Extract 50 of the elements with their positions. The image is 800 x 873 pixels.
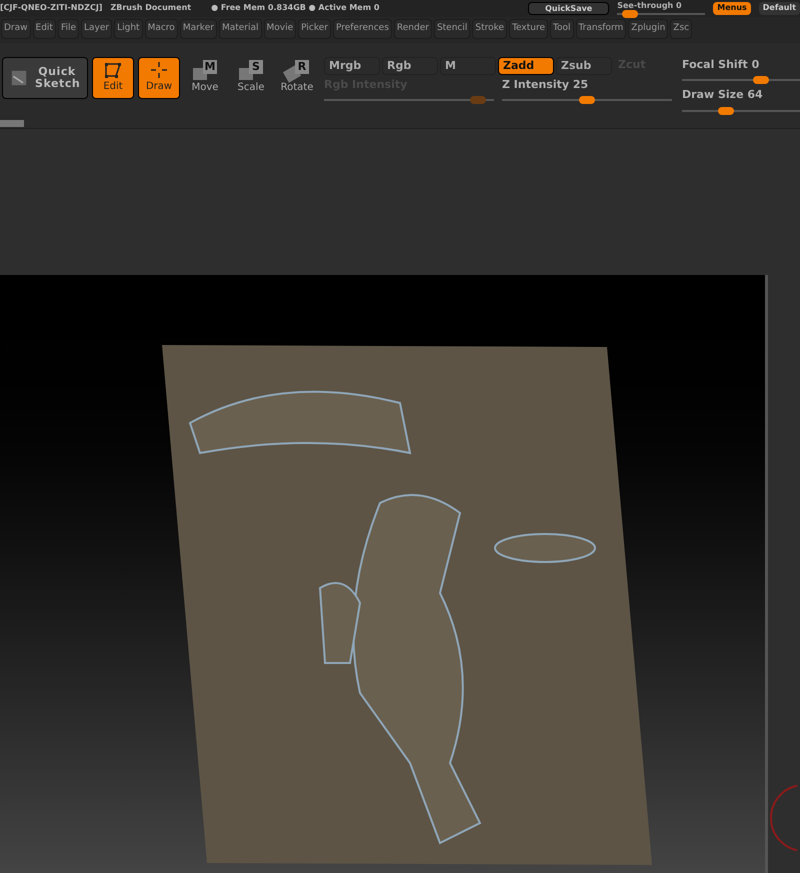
- menu-item[interactable]: Stencil: [434, 18, 470, 39]
- menu-item[interactable]: Marker: [180, 18, 217, 39]
- menu-item[interactable]: Draw: [1, 18, 31, 39]
- rotate-button[interactable]: R Rotate: [276, 56, 318, 99]
- quicksave-button[interactable]: QuickSave: [528, 2, 610, 15]
- slider-thumb[interactable]: [718, 106, 734, 115]
- menu-item[interactable]: Zsc: [670, 18, 692, 39]
- menu-item[interactable]: Edit: [32, 18, 56, 39]
- crosshair-icon: [150, 61, 168, 80]
- slider-thumb[interactable]: [622, 10, 638, 18]
- edit-button[interactable]: Edit: [92, 56, 134, 99]
- mode-button[interactable]: Zsub: [556, 56, 612, 75]
- slider-track[interactable]: [682, 79, 800, 82]
- default-button[interactable]: Default: [758, 2, 800, 15]
- menu-item[interactable]: Render: [394, 18, 432, 39]
- slider-label: Focal Shift 0: [682, 56, 760, 73]
- menu-item[interactable]: Zplugin: [628, 18, 668, 39]
- move-button[interactable]: M Move: [184, 56, 226, 99]
- menu-item[interactable]: Preferences: [332, 18, 392, 39]
- menu-item[interactable]: Macro: [144, 18, 178, 39]
- title-text: ● Free Mem 0.834GB ● Active Mem 0: [211, 2, 380, 14]
- menu-item[interactable]: Transform: [576, 18, 626, 39]
- menu-item[interactable]: Tool: [550, 18, 574, 39]
- slider-label: Z Intensity 25: [502, 76, 590, 93]
- menu-item[interactable]: Movie: [264, 18, 296, 39]
- slider-thumb[interactable]: [579, 96, 595, 104]
- mode-button[interactable]: Rgb: [382, 56, 438, 75]
- mode-button[interactable]: Zadd: [498, 56, 554, 75]
- draw-button[interactable]: Draw: [138, 56, 180, 99]
- slider-label: See-through 0: [617, 1, 683, 10]
- scale-button[interactable]: S Scale: [230, 56, 272, 99]
- polygon-icon: [103, 61, 123, 80]
- title-text: [CJF-QNEO-ZITI-NDZCJ]: [0, 2, 102, 14]
- slider-track[interactable]: [502, 99, 672, 102]
- menu-item[interactable]: Texture: [509, 18, 548, 39]
- slider-thumb[interactable]: [753, 76, 770, 84]
- menu-item[interactable]: Stroke: [472, 18, 508, 39]
- mode-button[interactable]: Mrgb: [324, 56, 380, 75]
- menu-item[interactable]: File: [58, 18, 80, 39]
- mode-button[interactable]: M: [440, 56, 496, 75]
- quick-sketch-button[interactable]: Quick Sketch: [2, 56, 88, 99]
- menu-item[interactable]: Material: [218, 18, 262, 39]
- title-text: ZBrush Document: [110, 2, 192, 14]
- menu-item[interactable]: Picker: [298, 18, 331, 39]
- menu-item[interactable]: Layer: [81, 18, 112, 39]
- menu-item[interactable]: Light: [114, 18, 143, 39]
- slider-track[interactable]: [324, 99, 494, 102]
- slider-label: Draw Size 64: [682, 87, 764, 104]
- slider-track[interactable]: [682, 110, 800, 112]
- menus-button[interactable]: Menus: [713, 2, 751, 15]
